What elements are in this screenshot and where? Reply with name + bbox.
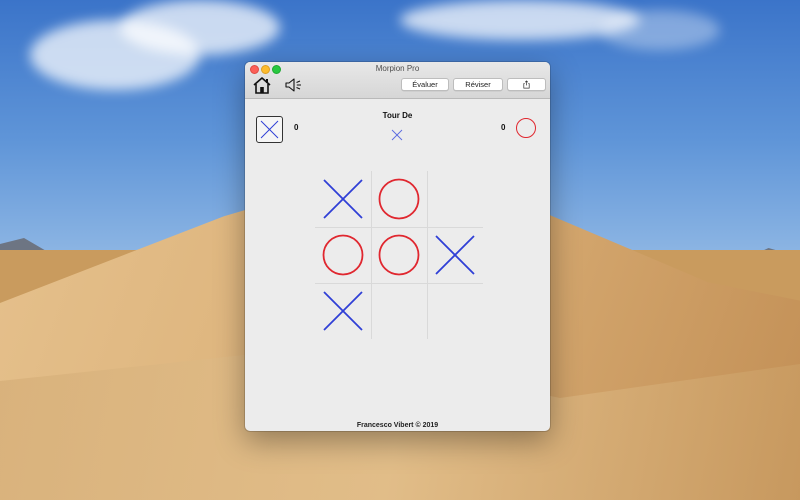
x-mark-icon [323,291,363,331]
title-bar: Morpion Pro Évaluer Réviser [245,62,550,99]
board-cell-1-0[interactable] [315,227,371,283]
x-mark-icon [323,179,363,219]
o-mark-icon [378,178,420,220]
share-button[interactable] [507,78,546,91]
player-o-badge [515,117,537,139]
player-x-badge [256,116,283,143]
board-cell-2-2[interactable] [427,283,483,339]
copyright-footer: Francesco Vibert © 2019 [356,422,439,429]
board-cell-1-2[interactable] [427,227,483,283]
game-area: 0 Tour De 0 Francesco Vibert © 2019 [245,99,550,431]
wallpaper-cloud [600,10,720,50]
turn-label: Tour De [382,111,413,120]
app-window: Morpion Pro Évaluer Réviser 0 Tour De 0 … [245,62,550,431]
board-cell-1-1[interactable] [371,227,427,283]
window-title: Morpion Pro [375,64,420,73]
board-cell-0-2[interactable] [427,171,483,227]
wallpaper-cloud [120,0,280,55]
speaker-icon[interactable] [284,76,304,94]
current-turn-x-icon [391,128,403,141]
o-mark-icon [322,234,364,276]
revise-button[interactable]: Réviser [453,78,503,91]
evaluate-button[interactable]: Évaluer [401,78,449,91]
board-cell-0-0[interactable] [315,171,371,227]
board-cell-0-1[interactable] [371,171,427,227]
x-mark-icon [260,120,279,139]
o-mark-icon [516,118,536,138]
o-mark-icon [378,234,420,276]
game-board [315,171,483,339]
player-o-score: 0 [501,123,506,132]
player-x-score: 0 [294,123,299,132]
share-icon [523,80,530,89]
x-mark-icon [435,235,475,275]
board-cell-2-1[interactable] [371,283,427,339]
board-cell-2-0[interactable] [315,283,371,339]
home-icon[interactable] [252,76,272,94]
